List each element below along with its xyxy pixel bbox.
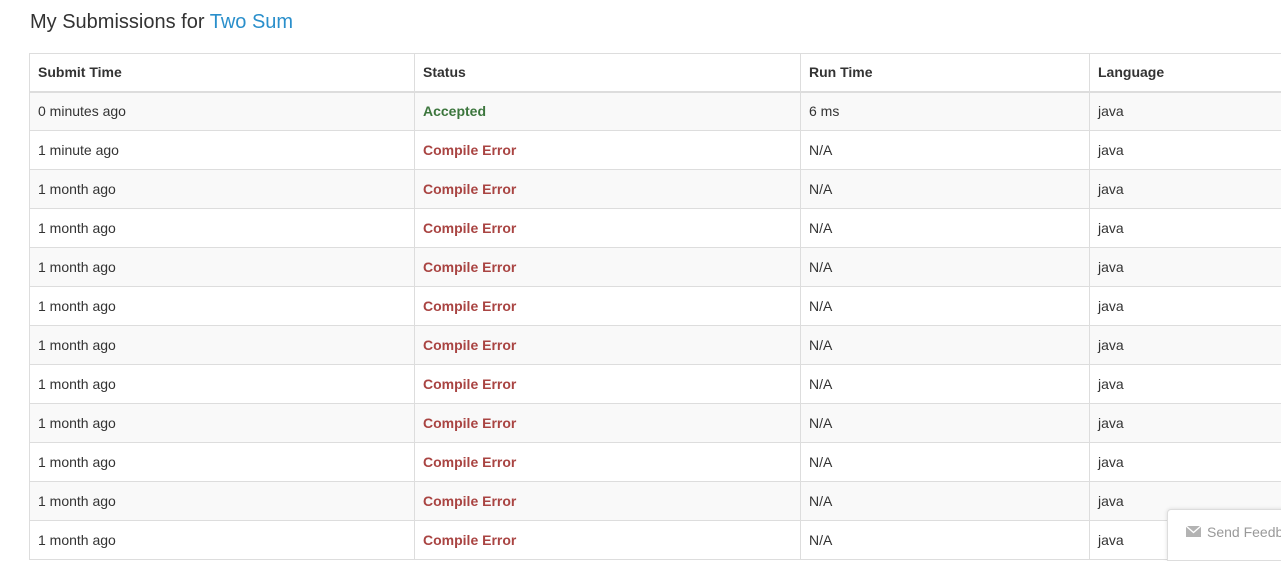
column-header-status: Status <box>415 54 801 92</box>
status-cell: Compile Error <box>415 209 801 248</box>
language-cell: java <box>1090 443 1281 482</box>
submit-time-cell: 1 minute ago <box>30 131 415 170</box>
language-cell: java <box>1090 92 1281 131</box>
submit-time-cell: 1 month ago <box>30 404 415 443</box>
submissions-table: Submit Time Status Run Time Language 0 m… <box>29 53 1281 560</box>
status-cell: Compile Error <box>415 287 801 326</box>
status-cell: Compile Error <box>415 521 801 560</box>
run-time-cell: N/A <box>801 404 1090 443</box>
status-link[interactable]: Compile Error <box>423 493 516 509</box>
status-cell: Compile Error <box>415 443 801 482</box>
run-time-cell: N/A <box>801 170 1090 209</box>
status-link[interactable]: Compile Error <box>423 376 516 392</box>
language-cell: java <box>1090 287 1281 326</box>
column-header-language: Language <box>1090 54 1281 92</box>
table-row: 1 month agoCompile ErrorN/Ajava <box>30 521 1281 560</box>
status-cell: Compile Error <box>415 248 801 287</box>
run-time-cell: N/A <box>801 521 1090 560</box>
submit-time-cell: 1 month ago <box>30 521 415 560</box>
status-link[interactable]: Accepted <box>423 103 486 119</box>
run-time-cell: N/A <box>801 482 1090 521</box>
run-time-cell: N/A <box>801 443 1090 482</box>
run-time-cell: N/A <box>801 326 1090 365</box>
column-header-submit-time: Submit Time <box>30 54 415 92</box>
status-cell: Compile Error <box>415 365 801 404</box>
table-row: 1 month ago Compile Error N/Ajava <box>30 248 1281 287</box>
run-time-cell: N/A <box>801 287 1090 326</box>
status-cell: Compile Error <box>415 326 801 365</box>
table-row: 1 month ago Compile Error N/Ajava <box>30 404 1281 443</box>
status-cell: Compile Error <box>415 404 801 443</box>
status-link[interactable]: Compile Error <box>423 415 516 431</box>
table-row: 1 month ago Compile Error N/Ajava <box>30 443 1281 482</box>
language-cell: java <box>1090 326 1281 365</box>
status-link[interactable]: Compile Error <box>423 298 516 314</box>
status-cell: Accepted <box>415 92 801 131</box>
table-row: 1 month ago Compile Error N/Ajava <box>30 170 1281 209</box>
run-time-cell: N/A <box>801 131 1090 170</box>
submit-time-cell: 1 month ago <box>30 326 415 365</box>
page-title: My Submissions for Two Sum <box>30 9 293 35</box>
submit-time-cell: 1 month ago <box>30 365 415 404</box>
header-row: Submit Time Status Run Time Language <box>30 54 1281 92</box>
submit-time-cell: 1 month ago <box>30 482 415 521</box>
submit-time-cell: 1 month ago <box>30 209 415 248</box>
run-time-cell: 6 ms <box>801 92 1090 131</box>
table-row: 1 month ago Compile Error N/Ajava <box>30 365 1281 404</box>
run-time-cell: N/A <box>801 248 1090 287</box>
status-link[interactable]: Compile Error <box>423 337 516 353</box>
table-row: 0 minutes ago Accepted 6 msjava <box>30 92 1281 131</box>
language-cell: java <box>1090 131 1281 170</box>
send-feedback-button[interactable]: Send Feedback <box>1167 509 1281 561</box>
status-cell: Compile Error <box>415 170 801 209</box>
status-cell: Compile Error <box>415 131 801 170</box>
submit-time-cell: 1 month ago <box>30 443 415 482</box>
status-link[interactable]: Compile Error <box>423 142 516 158</box>
envelope-icon <box>1186 526 1201 537</box>
submit-time-cell: 1 month ago <box>30 248 415 287</box>
run-time-cell: N/A <box>801 365 1090 404</box>
table-row: 1 month ago Compile Error N/Ajava <box>30 287 1281 326</box>
problem-link[interactable]: Two Sum <box>210 11 293 33</box>
language-cell: java <box>1090 365 1281 404</box>
send-feedback-label: Send Feedback <box>1207 524 1281 540</box>
run-time-cell: N/A <box>801 209 1090 248</box>
table-row: 1 month agoCompile ErrorN/Ajava <box>30 482 1281 521</box>
language-cell: java <box>1090 170 1281 209</box>
submit-time-cell: 0 minutes ago <box>30 92 415 131</box>
status-link[interactable]: Compile Error <box>423 181 516 197</box>
table-row: 1 month ago Compile Error N/Ajava <box>30 326 1281 365</box>
language-cell: java <box>1090 404 1281 443</box>
language-cell: java <box>1090 248 1281 287</box>
table-row: 1 minute ago Compile Error N/Ajava <box>30 131 1281 170</box>
status-cell: Compile Error <box>415 482 801 521</box>
table-header: Submit Time Status Run Time Language <box>30 54 1281 92</box>
column-header-run-time: Run Time <box>801 54 1090 92</box>
status-link[interactable]: Compile Error <box>423 454 516 470</box>
submit-time-cell: 1 month ago <box>30 287 415 326</box>
status-link[interactable]: Compile Error <box>423 220 516 236</box>
table-row: 1 month ago Compile Error N/Ajava <box>30 209 1281 248</box>
table-body: 0 minutes agoAccepted6 msjava1 minute ag… <box>30 92 1281 560</box>
language-cell: java <box>1090 209 1281 248</box>
submit-time-cell: 1 month ago <box>30 170 415 209</box>
status-link[interactable]: Compile Error <box>423 259 516 275</box>
title-prefix: My Submissions for <box>30 11 205 33</box>
